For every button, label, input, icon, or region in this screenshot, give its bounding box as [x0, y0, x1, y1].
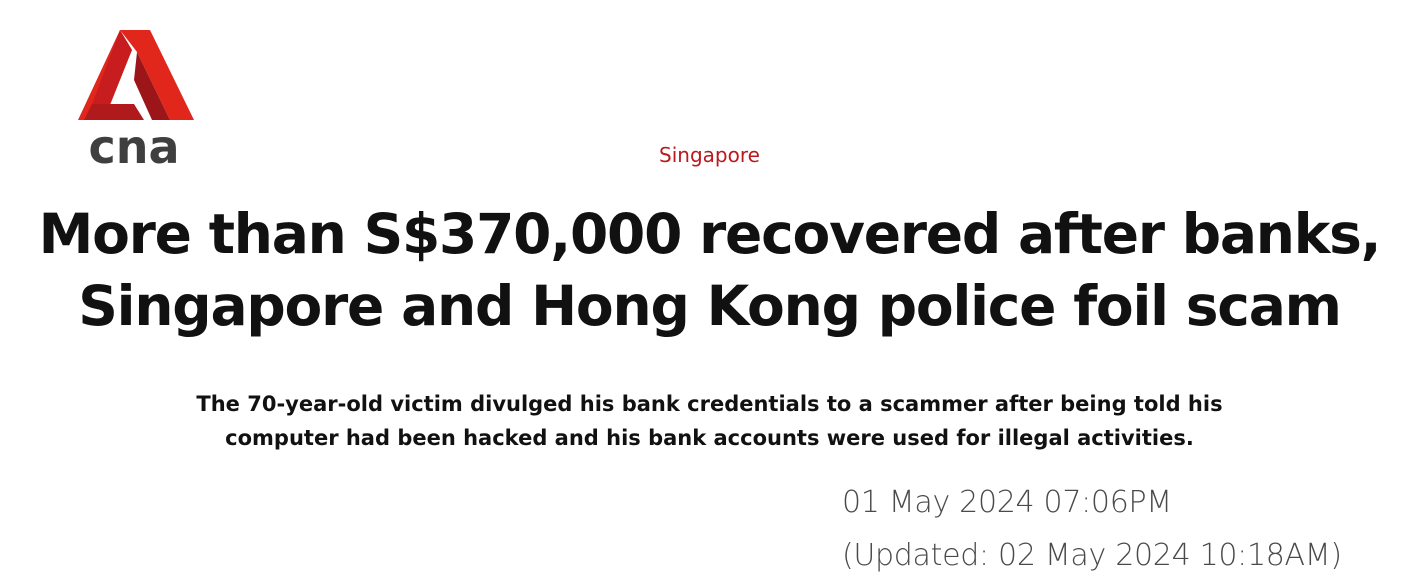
- article-summary: The 70-year-old victim divulged his bank…: [150, 387, 1269, 455]
- summary-line-1: The 70-year-old victim divulged his bank…: [196, 392, 1223, 416]
- updated-date: (Updated: 02 May 2024 10:18AM): [842, 538, 1342, 573]
- article-dates: 01 May 2024 07:06PM (Updated: 02 May 202…: [842, 476, 1412, 582]
- headline-line-1: More than S$370,000 recovered after bank…: [38, 202, 1382, 266]
- category-link[interactable]: Singapore: [0, 141, 1419, 169]
- published-date: 01 May 2024 07:06PM: [842, 485, 1172, 520]
- headline: More than S$370,000 recovered after bank…: [0, 198, 1419, 342]
- headline-line-2: Singapore and Hong Kong police foil scam: [78, 274, 1342, 338]
- summary-line-2: computer had been hacked and his bank ac…: [225, 426, 1194, 450]
